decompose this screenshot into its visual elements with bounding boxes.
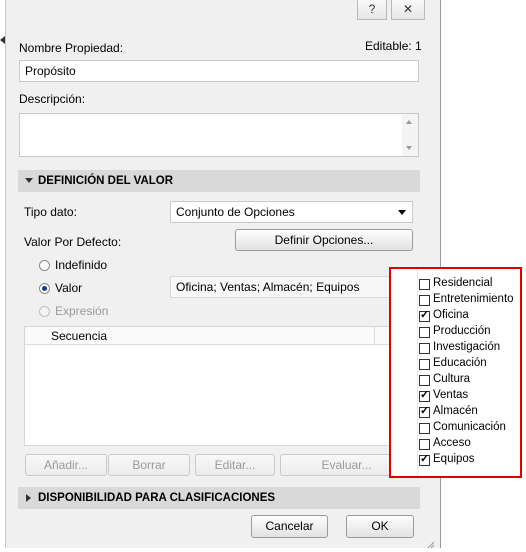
help-button[interactable]: ? — [357, 0, 387, 20]
option-item[interactable]: ✓ Oficina — [391, 309, 520, 325]
radio-circle — [39, 306, 50, 317]
checkmark-icon: ✓ — [420, 309, 430, 321]
collapsed-triangle-icon — [26, 494, 31, 502]
scroll-down-icon[interactable] — [406, 146, 412, 150]
option-item[interactable]: Acceso — [391, 437, 520, 453]
option-label: Educación — [433, 357, 487, 369]
option-item[interactable]: Residencial — [391, 277, 520, 293]
checkmark-icon: ✓ — [420, 453, 430, 465]
expand-triangle-icon — [25, 178, 33, 183]
chevron-down-icon — [398, 210, 406, 215]
cancel-button[interactable]: Cancelar — [251, 515, 328, 538]
descripcion-scrollbar[interactable] — [402, 114, 418, 156]
option-item[interactable]: Entretenimiento — [391, 293, 520, 309]
radio-label: Indefinido — [55, 258, 108, 272]
section-title: DEFINICIÓN DEL VALOR — [38, 175, 174, 187]
option-label: Equipos — [433, 453, 475, 465]
descripcion-textarea[interactable] — [19, 113, 419, 157]
option-label: Residencial — [433, 277, 493, 289]
option-checkbox[interactable] — [419, 375, 430, 386]
radio-label: Expresión — [55, 304, 109, 318]
option-checkbox[interactable]: ✓ — [419, 309, 430, 322]
descripcion-label: Descripción: — [19, 92, 86, 106]
tipo-dato-select[interactable]: Conjunto de Opciones — [170, 201, 413, 223]
option-label: Acceso — [433, 437, 471, 449]
option-item[interactable]: Cultura — [391, 373, 520, 389]
option-item[interactable]: ✓ Ventas — [391, 389, 520, 405]
option-checkbox[interactable] — [419, 439, 430, 450]
option-checkbox[interactable] — [419, 423, 430, 434]
option-checkbox[interactable] — [419, 279, 430, 290]
option-label: Comunicación — [433, 421, 506, 433]
option-label: Producción — [433, 325, 491, 337]
nombre-label: Nombre Propiedad: — [19, 41, 124, 55]
option-checkbox[interactable] — [419, 343, 430, 354]
option-label: Cultura — [433, 373, 471, 385]
help-icon: ? — [368, 2, 376, 16]
radio-selected-dot — [42, 286, 47, 291]
edit-button[interactable]: Editar... — [195, 454, 275, 476]
checkmark-icon: ✓ — [420, 389, 430, 401]
section-title: DISPONIBILIDAD PARA CLASIFICACIONES — [38, 492, 276, 504]
definir-opciones-button[interactable]: Definir Opciones... — [235, 229, 413, 251]
close-icon: ✕ — [402, 2, 414, 16]
option-item[interactable]: Investigación — [391, 341, 520, 357]
option-label: Investigación — [433, 341, 501, 353]
option-checkbox[interactable]: ✓ — [419, 453, 430, 466]
section-definicion-valor[interactable]: DEFINICIÓN DEL VALOR — [18, 170, 420, 192]
editable-label: Editable: 1 — [365, 39, 422, 53]
scroll-up-icon[interactable] — [406, 120, 412, 124]
resize-grip-icon[interactable] — [427, 538, 435, 549]
option-item[interactable]: Producción — [391, 325, 520, 341]
option-checkbox[interactable] — [419, 327, 430, 338]
option-item[interactable]: ✓ Almacén — [391, 405, 520, 421]
option-checkbox[interactable]: ✓ — [419, 405, 430, 418]
add-button[interactable]: Añadir... — [25, 454, 107, 476]
table-header-row: Secuencia — [25, 327, 396, 345]
checkmark-icon: ✓ — [420, 405, 430, 417]
close-button[interactable]: ✕ — [391, 0, 425, 20]
sequence-table[interactable]: Secuencia — [24, 326, 397, 446]
tipo-dato-label: Tipo dato: — [24, 205, 77, 219]
radio-label: Valor — [55, 281, 83, 295]
radio-circle[interactable] — [39, 260, 50, 271]
tipo-dato-value: Conjunto de Opciones — [176, 205, 295, 219]
option-checkbox[interactable] — [419, 359, 430, 370]
radio-circle[interactable] — [39, 283, 50, 294]
ok-button[interactable]: OK — [346, 515, 414, 538]
option-checkbox[interactable]: ✓ — [419, 389, 430, 402]
option-label: Ventas — [433, 389, 469, 401]
option-item[interactable]: Comunicación — [391, 421, 520, 437]
option-label: Almacén — [433, 405, 478, 417]
option-checkbox[interactable] — [419, 295, 430, 306]
valor-field[interactable]: Oficina; Ventas; Almacén; Equipos — [170, 276, 390, 298]
delete-button[interactable]: Borrar — [108, 454, 190, 476]
option-label: Oficina — [433, 309, 469, 321]
option-item[interactable]: Educación — [391, 357, 520, 373]
column-divider — [374, 327, 375, 344]
table-header-secuencia[interactable]: Secuencia — [51, 329, 107, 343]
options-popup: Residencial Entretenimiento ✓ Oficina Produc… — [389, 267, 522, 478]
nombre-input[interactable]: Propósito — [19, 60, 419, 82]
valor-value: Oficina; Ventas; Almacén; Equipos — [176, 280, 360, 294]
valor-defecto-label: Valor Por Defecto: — [24, 235, 122, 249]
option-label: Entretenimiento — [433, 293, 514, 305]
option-item[interactable]: ✓ Equipos — [391, 453, 520, 469]
section-disponibilidad[interactable]: DISPONIBILIDAD PARA CLASIFICACIONES — [18, 487, 420, 509]
